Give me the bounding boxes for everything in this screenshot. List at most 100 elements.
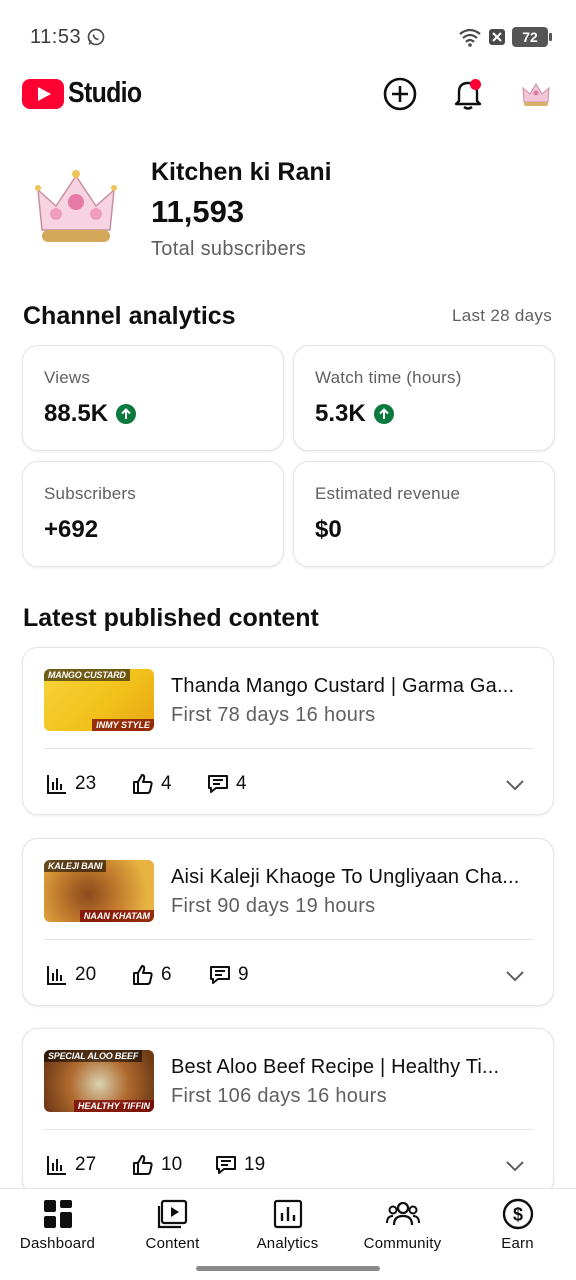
channel-summary: Kitchen ki Rani 11,593 Total subscribers (0, 150, 576, 270)
views-count: 27 (75, 1154, 97, 1175)
channel-analytics-title: Channel analytics (23, 302, 236, 330)
views-count: 20 (75, 964, 97, 985)
nav-label: Analytics (256, 1235, 319, 1252)
thumbnail-tag: NAAN KHATAM (79, 910, 154, 922)
status-bar: 11:53 72 (0, 0, 576, 76)
video-age: First 78 days 16 hours (171, 704, 376, 726)
svg-text:$: $ (512, 1205, 522, 1225)
wifi-icon (459, 28, 481, 47)
battery-indicator: 72 (512, 27, 552, 47)
account-avatar[interactable] (516, 74, 556, 114)
thumbnail-caption: SPECIAL ALOO BEEF (44, 1050, 143, 1062)
divider (44, 939, 534, 940)
chevron-down-icon[interactable] (503, 1154, 527, 1178)
stat-card-watch-time[interactable]: Watch time (hours) 5.3K (293, 345, 555, 451)
comment-icon (210, 966, 230, 984)
bar-chart-icon (47, 1156, 66, 1175)
video-age: First 90 days 19 hours (171, 895, 376, 917)
nav-item-content[interactable]: Content (115, 1197, 230, 1257)
analytics-range: Last 28 days (452, 306, 552, 325)
create-icon (383, 77, 417, 111)
youtube-logo[interactable] (22, 79, 64, 109)
thumbnail-caption: KALEJI BANI (44, 860, 107, 872)
bar-chart-icon (47, 775, 66, 794)
views-count: 23 (75, 773, 97, 794)
stat-value: 5.3K (315, 400, 394, 428)
studio-brand: Studio (68, 77, 142, 109)
thumbs-up-icon (133, 1155, 153, 1175)
subscriber-count: 11,593 (151, 194, 245, 229)
thumbs-up-icon (133, 774, 153, 794)
channel-name: Kitchen ki Rani (151, 158, 332, 186)
notification-badge (470, 79, 481, 90)
video-title: Aisi Kaleji Khaoge To Ungliyaan Cha... (171, 866, 520, 888)
stat-card-revenue[interactable]: Estimated revenue $0 (293, 461, 555, 567)
likes-count: 6 (161, 964, 172, 985)
video-thumbnail[interactable]: SPECIAL ALOO BEEF HEALTHY TIFFIN (44, 1050, 154, 1112)
content-icon (157, 1199, 187, 1229)
stat-number: 5.3K (315, 400, 366, 427)
video-thumbnail[interactable]: MANGO CUSTARD INMY STYLE (44, 669, 154, 731)
notifications-button[interactable] (448, 74, 488, 114)
stat-value: +692 (44, 516, 98, 544)
comments-count: 4 (236, 773, 247, 794)
likes-count: 10 (161, 1154, 183, 1175)
trend-up-icon (373, 404, 394, 424)
thumbs-up-icon (133, 965, 153, 985)
divider (44, 1129, 534, 1130)
gesture-home-bar[interactable] (196, 1266, 380, 1271)
content-card[interactable]: KALEJI BANI NAAN KHATAM Aisi Kaleji Khao… (22, 838, 554, 1006)
bar-chart-icon (47, 966, 66, 985)
whatsapp-icon (87, 28, 105, 46)
nav-item-dashboard[interactable]: Dashboard (0, 1197, 115, 1257)
dashboard-icon (43, 1200, 72, 1228)
status-time: 11:53 (30, 26, 82, 48)
comments-metric: 9 (208, 963, 249, 987)
nav-label: Earn (501, 1235, 534, 1252)
stat-label: Subscribers (44, 484, 136, 503)
stat-label: Watch time (hours) (315, 368, 462, 387)
stat-value: $0 (315, 516, 342, 544)
video-title: Thanda Mango Custard | Garma Ga... (171, 675, 515, 697)
latest-content-title: Latest published content (23, 604, 319, 632)
status-icons: 72 (458, 27, 552, 47)
analytics-icon (273, 1199, 302, 1229)
likes-metric: 6 (131, 963, 172, 987)
trend-up-icon (116, 404, 137, 424)
chevron-down-icon[interactable] (503, 773, 527, 797)
nav-label: Community (363, 1235, 442, 1252)
video-title: Best Aloo Beef Recipe | Healthy Ti... (171, 1056, 500, 1078)
nav-item-earn[interactable]: $ Earn (460, 1197, 575, 1257)
thumbnail-tag: INMY STYLE (92, 719, 154, 731)
nav-label: Dashboard (19, 1235, 96, 1252)
create-button[interactable] (380, 74, 420, 114)
comments-count: 19 (244, 1154, 266, 1175)
comments-count: 9 (238, 964, 249, 985)
chevron-down-icon[interactable] (503, 964, 527, 988)
stat-label: Estimated revenue (315, 484, 461, 503)
thumbnail-caption: MANGO CUSTARD (44, 669, 130, 681)
nav-item-analytics[interactable]: Analytics (230, 1197, 345, 1257)
comments-metric: 19 (214, 1153, 265, 1177)
stat-card-views[interactable]: Views 88.5K (22, 345, 284, 451)
stat-card-subscribers[interactable]: Subscribers +692 (22, 461, 284, 567)
likes-count: 4 (161, 773, 172, 794)
views-metric: 27 (45, 1153, 96, 1177)
subscriber-label: Total subscribers (151, 238, 307, 260)
nav-label: Content (145, 1235, 200, 1252)
app-header: Studio (0, 70, 576, 120)
stat-label: Views (44, 368, 91, 387)
community-icon (385, 1201, 420, 1226)
stat-number: 88.5K (44, 400, 109, 427)
content-card[interactable]: SPECIAL ALOO BEEF HEALTHY TIFFIN Best Al… (22, 1028, 554, 1196)
content-card[interactable]: MANGO CUSTARD INMY STYLE Thanda Mango Cu… (22, 647, 554, 815)
comment-icon (208, 775, 228, 793)
channel-avatar[interactable] (28, 158, 124, 254)
nav-item-community[interactable]: Community (345, 1197, 460, 1257)
crown-avatar-icon (522, 83, 550, 106)
likes-metric: 10 (131, 1153, 182, 1177)
views-metric: 20 (45, 963, 96, 987)
no-sim-icon (489, 29, 505, 45)
video-thumbnail[interactable]: KALEJI BANI NAAN KHATAM (44, 860, 154, 922)
earn-icon: $ (502, 1198, 533, 1230)
